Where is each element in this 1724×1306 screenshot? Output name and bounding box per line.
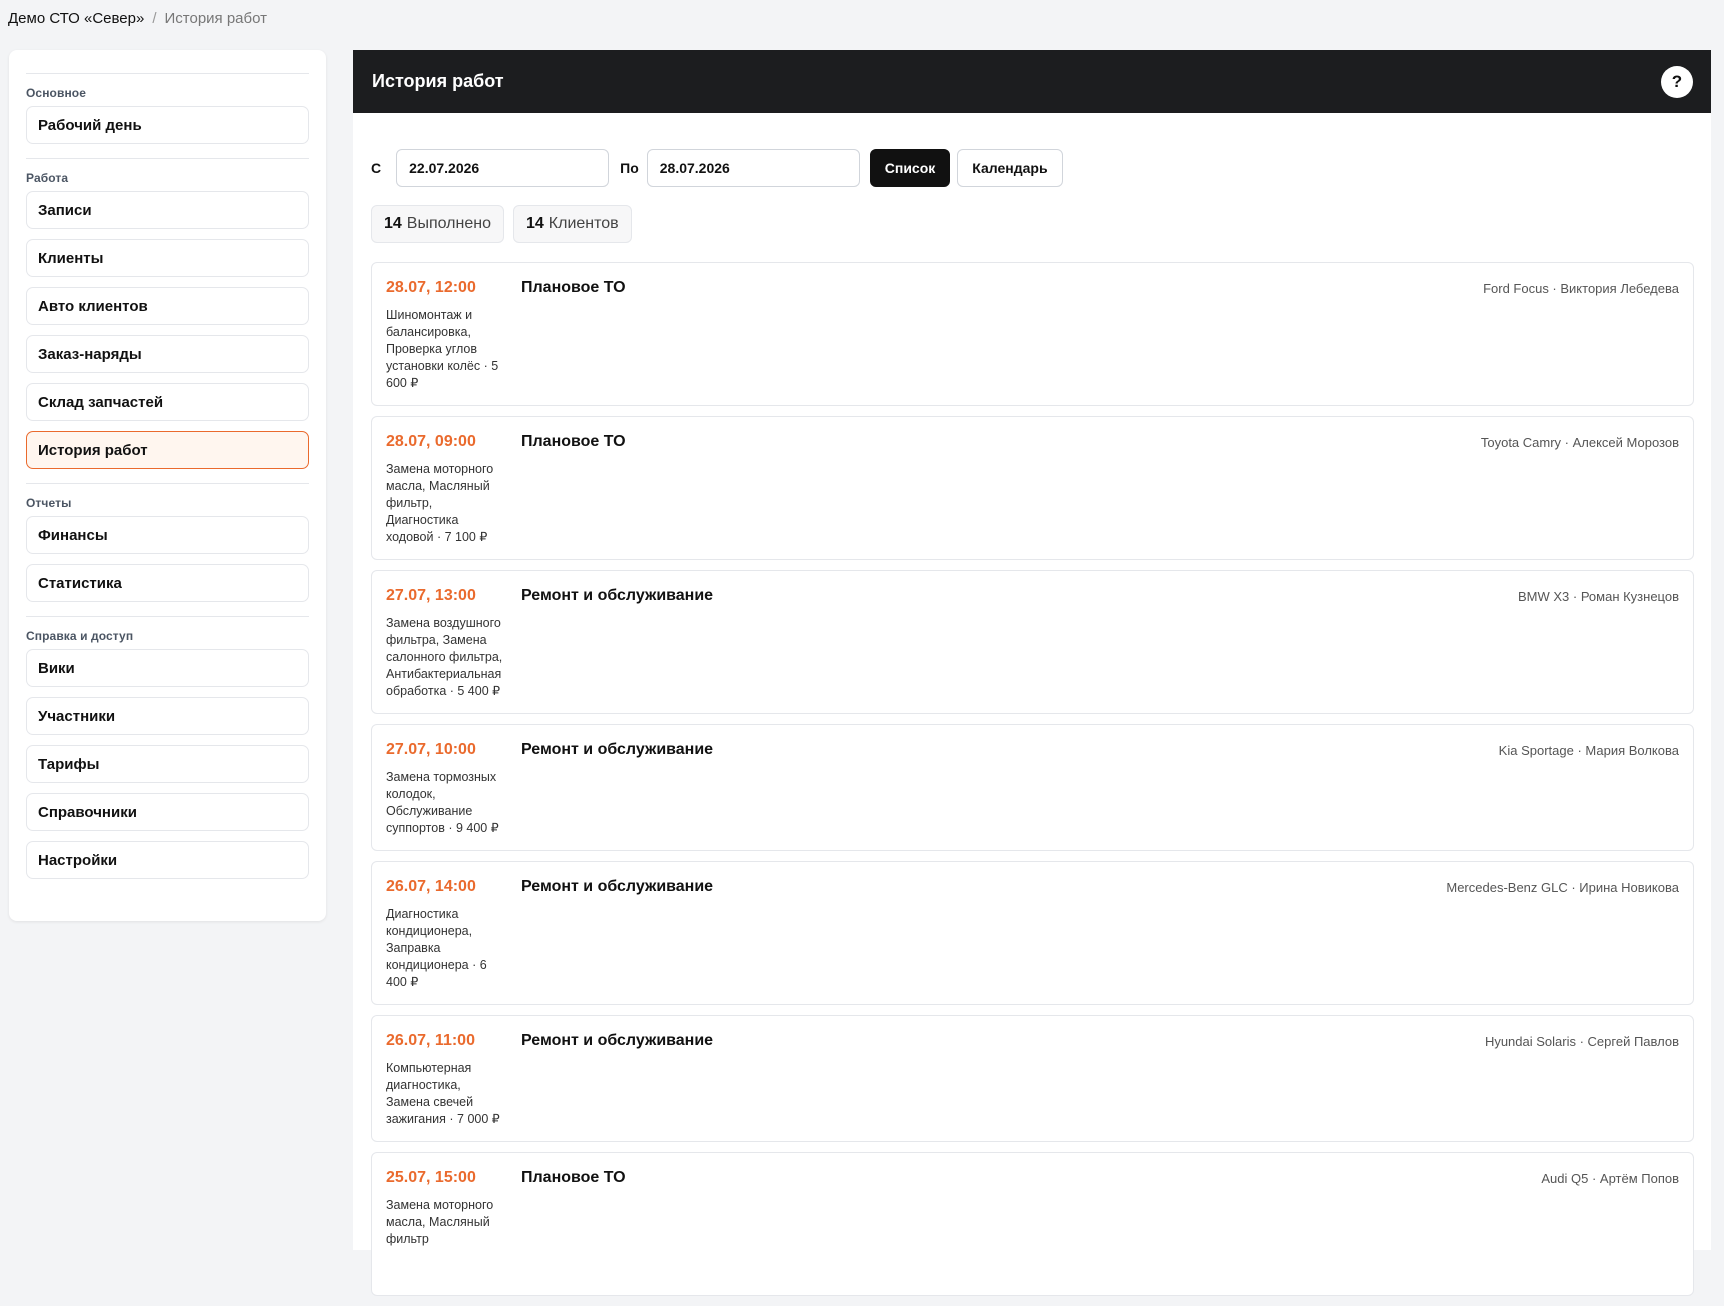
record-car-client: Ford Focus · Виктория Лебедева <box>1483 281 1679 296</box>
page-title: История работ <box>372 71 504 91</box>
record-time: 27.07, 10:00 <box>386 741 476 758</box>
record-description: Замена моторного масла, Масляный фильтр,… <box>386 462 494 544</box>
record-card[interactable]: 26.07, 14:00 Диагностика кондиционера, З… <box>371 861 1694 1005</box>
record-title: Плановое ТО <box>521 433 626 450</box>
record-car-client: Audi Q5 · Артём Попов <box>1541 1171 1679 1186</box>
sidebar-divider <box>26 158 309 159</box>
sidebar-group-title: Отчеты <box>26 496 72 510</box>
sidebar-group-reports: Отчеты Финансы Статистика <box>26 496 309 602</box>
record-time: 26.07, 11:00 <box>386 1032 475 1049</box>
sidebar-item-finance[interactable]: Финансы <box>26 516 309 554</box>
stat-clients: 14 Клиентов <box>512 205 632 243</box>
sidebar-item-work-history[interactable]: История работ <box>26 431 309 469</box>
sidebar-item-members[interactable]: Участники <box>26 697 309 735</box>
sidebar-group-main: Основное Рабочий день <box>26 86 309 144</box>
record-title: Ремонт и обслуживание <box>521 878 714 895</box>
record-card[interactable]: 28.07, 09:00 Замена моторного масла, Мас… <box>371 416 1694 560</box>
sidebar-divider <box>26 73 309 74</box>
record-time: 28.07, 09:00 <box>386 433 476 450</box>
sidebar-item-work-orders[interactable]: Заказ-наряды <box>26 335 309 373</box>
stat-label: Выполнено <box>406 215 491 232</box>
record-car-client: BMW X3 · Роман Кузнецов <box>1517 589 1679 604</box>
sidebar-group-help: Справка и доступ Вики Участники Тарифы С… <box>26 629 309 879</box>
to-label: По <box>620 160 639 176</box>
record-description: Замена моторного масла, Масляный фильтр <box>386 1198 494 1246</box>
record-title: Ремонт и обслуживание <box>521 741 714 758</box>
record-card[interactable]: 28.07, 12:00 Шиномонтаж и балансировка, … <box>371 262 1694 406</box>
record-car-client: Mercedes-Benz GLC · Ирина Новикова <box>1446 880 1679 895</box>
help-button[interactable]: ? <box>1661 65 1693 98</box>
record-time: 26.07, 14:00 <box>386 878 476 895</box>
to-date-input[interactable]: 28.07.2026 <box>646 149 860 187</box>
breadcrumb-separator: / <box>152 10 157 27</box>
record-time: 27.07, 13:00 <box>386 587 476 604</box>
sidebar-item-directories[interactable]: Справочники <box>26 793 309 831</box>
record-description: Диагностика кондиционера, Заправка конди… <box>386 907 487 989</box>
sidebar-item-clients[interactable]: Клиенты <box>26 239 309 277</box>
stat-count: 14 <box>384 215 402 232</box>
record-description: Шиномонтаж и балансировка, Проверка угло… <box>386 308 499 390</box>
main-panel: История работ ? С 22.07.2026 По 28.07.20… <box>353 50 1711 1296</box>
sidebar-item-statistics[interactable]: Статистика <box>26 564 309 602</box>
record-card[interactable]: 26.07, 11:00 Компьютерная диагностика, З… <box>371 1015 1694 1142</box>
sidebar: Основное Рабочий день Работа Записи Клие… <box>9 50 326 921</box>
sidebar-item-workday[interactable]: Рабочий день <box>26 106 309 144</box>
records-list: 28.07, 12:00 Шиномонтаж и балансировка, … <box>371 262 1694 1306</box>
stat-completed: 14 Выполнено <box>371 205 504 243</box>
record-title: Ремонт и обслуживание <box>521 587 714 604</box>
sidebar-group-title: Основное <box>26 86 87 100</box>
record-time: 28.07, 12:00 <box>386 279 476 296</box>
record-title: Ремонт и обслуживание <box>521 1032 714 1049</box>
record-description: Компьютерная диагностика, Замена свечей … <box>386 1061 500 1126</box>
sidebar-item-client-cars[interactable]: Авто клиентов <box>26 287 309 325</box>
sidebar-item-tariffs[interactable]: Тарифы <box>26 745 309 783</box>
breadcrumb-org-link[interactable]: Демо СТО «Север» <box>8 10 144 27</box>
sidebar-divider <box>26 483 309 484</box>
sidebar-item-settings[interactable]: Настройки <box>26 841 309 879</box>
sidebar-group-work: Работа Записи Клиенты Авто клиентов Зака… <box>26 171 309 469</box>
record-title: Плановое ТО <box>521 279 626 296</box>
stats-bar: 14 Выполнено 14 Клиентов <box>371 205 632 243</box>
record-car-client: Kia Sportage · Мария Волкова <box>1498 743 1679 758</box>
sidebar-item-records[interactable]: Записи <box>26 191 309 229</box>
sidebar-group-title: Справка и доступ <box>26 629 134 643</box>
record-title: Плановое ТО <box>521 1169 626 1186</box>
page-header: История работ ? <box>353 50 1711 113</box>
breadcrumb: Демо СТО «Север» / История работ <box>8 10 267 27</box>
sidebar-item-wiki[interactable]: Вики <box>26 649 309 687</box>
from-date-input[interactable]: 22.07.2026 <box>396 149 610 187</box>
list-view-button[interactable]: Список <box>869 149 951 187</box>
record-description: Замена тормозных колодок, Обслуживание с… <box>386 770 499 835</box>
breadcrumb-current: История работ <box>164 10 268 27</box>
record-car-client: Toyota Camry · Алексей Морозов <box>1480 435 1679 450</box>
sidebar-item-parts-warehouse[interactable]: Склад запчастей <box>26 383 309 421</box>
record-time: 25.07, 15:00 <box>386 1169 476 1186</box>
calendar-view-button[interactable]: Календарь <box>957 149 1063 187</box>
stat-count: 14 <box>525 215 544 232</box>
from-label: С <box>371 160 382 176</box>
stat-label: Клиентов <box>548 215 619 232</box>
date-filters: С 22.07.2026 По 28.07.2026 Список Календ… <box>371 149 1063 187</box>
record-card[interactable]: 27.07, 13:00 Замена воздушного фильтра, … <box>371 570 1694 714</box>
record-description: Замена воздушного фильтра, Замена салонн… <box>386 616 503 698</box>
sidebar-divider <box>26 616 309 617</box>
record-car-client: Hyundai Solaris · Сергей Павлов <box>1484 1034 1679 1049</box>
record-card[interactable]: 27.07, 10:00 Замена тормозных колодок, О… <box>371 724 1694 851</box>
sidebar-group-title: Работа <box>26 171 69 185</box>
record-card[interactable]: 25.07, 15:00 Замена моторного масла, Мас… <box>371 1152 1694 1296</box>
